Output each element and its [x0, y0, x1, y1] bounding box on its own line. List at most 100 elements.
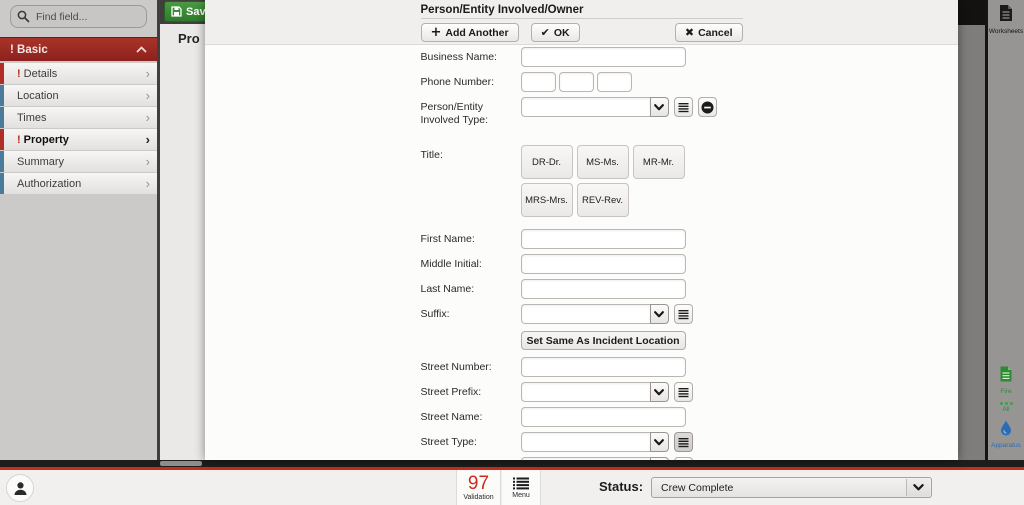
sidebar-section-label: ! Basic: [10, 44, 48, 56]
chevron-down-icon: [654, 311, 664, 318]
validation-label: Validation: [463, 494, 493, 501]
status-value: Crew Complete: [661, 482, 733, 494]
street-suffix-dropdown-button[interactable]: [650, 457, 669, 460]
right-rail: Worksheets Fire All Apparatus: [988, 0, 1024, 460]
sidebar-section-basic[interactable]: ! Basic: [0, 37, 157, 61]
chevron-right-icon: ›: [146, 89, 150, 102]
person-entity-type-dropdown-button[interactable]: [650, 97, 669, 117]
person-entity-type-remove-button[interactable]: [698, 97, 717, 117]
select-chevron: [906, 479, 930, 496]
sidebar-item-authorization[interactable]: Authorization ›: [0, 173, 157, 194]
street-type-input[interactable]: [521, 432, 650, 452]
menu-button[interactable]: Menu: [502, 470, 541, 505]
middle-initial-input[interactable]: [521, 254, 686, 274]
form-row-first-name: First Name:: [421, 229, 743, 249]
save-button[interactable]: Save: [164, 1, 205, 22]
sidebar-item-summary[interactable]: Summary ›: [0, 151, 157, 172]
user-button[interactable]: [6, 474, 34, 502]
first-name-input[interactable]: [521, 229, 686, 249]
title-label: Title:: [421, 145, 521, 162]
worksheets-button[interactable]: Worksheets: [988, 4, 1024, 35]
ellipsis-icon: [988, 402, 1024, 405]
chevron-right-icon: ›: [146, 155, 150, 168]
title-option-mr[interactable]: MR-Mr.: [633, 145, 685, 179]
sidebar-item-times[interactable]: Times ›: [0, 107, 157, 128]
modal-title: Person/Entity Involved/Owner: [421, 0, 743, 19]
street-type-list-button[interactable]: [674, 432, 693, 452]
business-name-label: Business Name:: [421, 47, 521, 64]
save-button-label: Save: [186, 6, 205, 18]
form-row-street-suffix: Street Suffix:: [421, 457, 743, 460]
last-name-input[interactable]: [521, 279, 686, 299]
dim-overlay-strip: [958, 0, 988, 460]
fire-button[interactable]: Fire: [988, 366, 1024, 395]
sidebar-item-property[interactable]: ! Property ›: [0, 129, 157, 150]
person-entity-type-input[interactable]: [521, 97, 650, 117]
title-option-rev[interactable]: REV-Rev.: [577, 183, 629, 217]
background-page: Save Pro: [160, 0, 205, 460]
title-option-dr[interactable]: DR-Dr.: [521, 145, 573, 179]
sidebar-item-location[interactable]: Location ›: [0, 85, 157, 106]
chevron-down-icon: [913, 484, 924, 491]
phone-prefix-input[interactable]: [559, 72, 594, 92]
all-button[interactable]: All: [988, 402, 1024, 413]
ok-button[interactable]: ✔ OK: [531, 23, 580, 42]
warning-mark: !: [17, 134, 21, 146]
street-suffix-list-button[interactable]: [674, 457, 693, 460]
list-icon: [678, 102, 689, 113]
street-prefix-list-button[interactable]: [674, 382, 693, 402]
form-row-suffix: Suffix:: [421, 304, 743, 324]
menu-icon: [513, 477, 529, 490]
street-name-input[interactable]: [521, 407, 686, 427]
floppy-save-icon: [171, 6, 182, 17]
worksheet-document-icon: [998, 4, 1014, 22]
form-row-street-name: Street Name:: [421, 407, 743, 427]
sidebar-item-details[interactable]: ! Details ›: [0, 63, 157, 84]
phone-area-input[interactable]: [521, 72, 556, 92]
chevron-right-icon: ›: [146, 67, 150, 80]
last-name-label: Last Name:: [421, 279, 521, 296]
street-prefix-dropdown-button[interactable]: [650, 382, 669, 402]
title-options: DR-Dr. MS-Ms. MR-Mr. MRS-Mrs. REV-Rev.: [521, 145, 691, 217]
street-type-dropdown-button[interactable]: [650, 432, 669, 452]
validation-count: 97: [468, 475, 489, 493]
person-entity-type-list-button[interactable]: [674, 97, 693, 117]
sidebar-item-label: Authorization: [17, 178, 81, 190]
droplet-icon: [1000, 420, 1012, 436]
street-suffix-input[interactable]: [521, 457, 650, 460]
street-suffix-label: Street Suffix:: [421, 457, 521, 460]
field-search[interactable]: [10, 5, 147, 28]
street-prefix-input[interactable]: [521, 382, 650, 402]
cancel-button[interactable]: ✖ Cancel: [675, 23, 743, 42]
check-icon: ✔: [541, 27, 550, 38]
horizontal-scrollbar[interactable]: [0, 460, 1024, 467]
search-icon: [17, 10, 30, 23]
worksheets-label: Worksheets: [988, 28, 1024, 35]
chevron-down-icon: [654, 439, 664, 446]
street-number-input[interactable]: [521, 357, 686, 377]
suffix-dropdown-button[interactable]: [650, 304, 669, 324]
person-entity-modal: Person/Entity Involved/Owner + Add Anoth…: [205, 0, 958, 460]
suffix-list-button[interactable]: [674, 304, 693, 324]
scrollbar-thumb[interactable]: [160, 461, 202, 466]
validation-button[interactable]: 97 Validation: [456, 470, 501, 505]
menu-label: Menu: [512, 492, 530, 499]
spacer-label: [421, 331, 521, 335]
title-option-mrs[interactable]: MRS-Mrs.: [521, 183, 573, 217]
sidebar-items: ! Details › Location › Times › ! Propert…: [0, 63, 157, 194]
set-same-as-incident-location-button[interactable]: Set Same As Incident Location: [521, 331, 686, 350]
add-another-button[interactable]: + Add Another: [421, 23, 519, 42]
add-another-label: Add Another: [445, 27, 508, 39]
form-row-set-same: Set Same As Incident Location: [421, 331, 743, 350]
business-name-input[interactable]: [521, 47, 686, 67]
apparatus-button[interactable]: Apparatus: [988, 420, 1024, 449]
status-select[interactable]: Crew Complete: [651, 477, 932, 498]
phone-line-input[interactable]: [597, 72, 632, 92]
title-option-ms[interactable]: MS-Ms.: [577, 145, 629, 179]
chevron-up-icon: [136, 46, 147, 53]
search-input[interactable]: [36, 11, 140, 23]
form-row-last-name: Last Name:: [421, 279, 743, 299]
middle-initial-label: Middle Initial:: [421, 254, 521, 271]
suffix-input[interactable]: [521, 304, 650, 324]
list-icon: [678, 387, 689, 398]
